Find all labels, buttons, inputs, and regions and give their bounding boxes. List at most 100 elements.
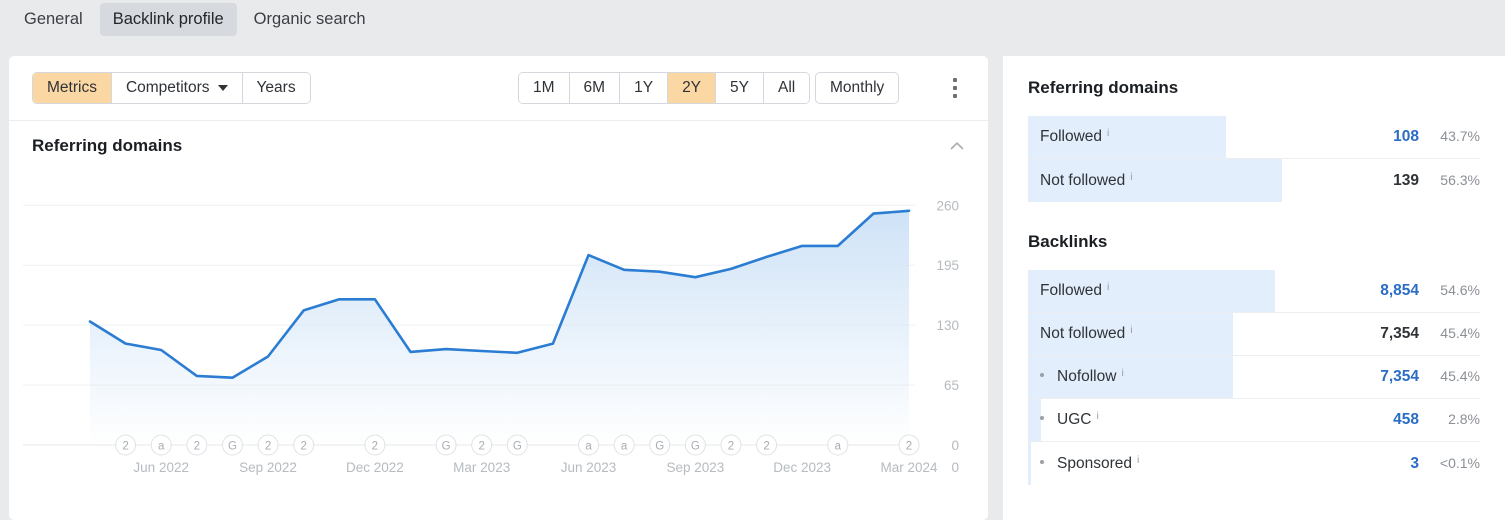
event-marker[interactable]: 2 <box>756 434 778 456</box>
event-marker[interactable]: 2 <box>115 434 137 456</box>
metric-row[interactable]: Followed i 8,854 54.6% <box>1028 270 1480 313</box>
metric-row[interactable]: Not followed i 139 56.3% <box>1028 159 1480 202</box>
event-marker[interactable]: a <box>613 434 635 456</box>
more-options-icon[interactable] <box>945 74 965 102</box>
bullet-icon <box>1040 416 1044 420</box>
metric-row-value[interactable]: 3 <box>1410 455 1419 473</box>
event-marker-glyph: G <box>655 441 664 453</box>
metric-row[interactable]: Followed i 108 43.7% <box>1028 116 1480 159</box>
range-button-1m[interactable]: 1M <box>519 73 570 103</box>
metric-row-percent: 43.7% <box>1440 128 1480 144</box>
metric-row-values: 8,854 54.6% <box>1380 282 1480 300</box>
range-button-1y[interactable]: 1Y <box>620 73 669 103</box>
metric-row-value: 7,354 <box>1380 325 1419 342</box>
event-marker[interactable]: G <box>221 434 243 456</box>
kebab-dot <box>953 78 957 82</box>
chart-toolbar: Metrics Competitors Years 1M 6M 1Y 2Y 5Y… <box>9 56 988 121</box>
event-marker[interactable]: 2 <box>293 434 315 456</box>
metric-row-label: Not followed i <box>1028 171 1133 190</box>
event-marker[interactable]: 2 <box>186 434 208 456</box>
metric-row-label-text: Followed <box>1040 128 1103 145</box>
range-button-all[interactable]: All <box>764 73 810 103</box>
info-icon[interactable]: i <box>1130 324 1132 336</box>
metric-row-percent: 45.4% <box>1440 368 1480 384</box>
event-marker-glyph: a <box>585 441 592 453</box>
metric-row-label: Sponsored i <box>1028 454 1139 473</box>
chevron-down-icon <box>217 85 228 91</box>
range-button-5y[interactable]: 5Y <box>716 73 764 103</box>
metric-row-value: 139 <box>1393 171 1419 189</box>
chart-header: Referring domains <box>9 121 988 171</box>
event-marker[interactable]: 2 <box>364 434 386 456</box>
metrics-button[interactable]: Metrics <box>33 73 112 103</box>
x-axis-tick-label: Sep 2022 <box>239 460 297 475</box>
metric-row-value[interactable]: 7,354 <box>1380 368 1419 386</box>
info-icon[interactable]: i <box>1107 127 1109 139</box>
info-icon[interactable]: i <box>1121 367 1123 379</box>
x-axis-tick-label: Jun 2023 <box>561 460 617 475</box>
event-marker[interactable]: 2 <box>471 434 493 456</box>
event-marker-glyph: a <box>621 441 628 453</box>
metric-row-label: Nofollow i <box>1028 367 1124 386</box>
x-axis-tick-label: Mar 2023 <box>453 460 510 475</box>
metric-row-label: Followed i <box>1028 281 1109 300</box>
chart-area-fill <box>90 210 909 445</box>
chevron-up-icon[interactable] <box>948 137 966 155</box>
metrics-segmented-control: Metrics Competitors Years <box>32 72 311 104</box>
y-axis-zero-label: 0 <box>951 460 959 475</box>
kebab-dot <box>953 86 957 90</box>
range-button-2y[interactable]: 2Y <box>668 73 717 103</box>
x-axis-tick-label: Dec 2022 <box>346 460 404 475</box>
event-marker[interactable]: a <box>578 434 600 456</box>
backlinks-section-title: Backlinks <box>1028 232 1108 251</box>
event-marker[interactable]: 2 <box>257 434 279 456</box>
event-marker[interactable]: G <box>506 434 528 456</box>
metric-row[interactable]: Nofollow i 7,354 45.4% <box>1028 356 1480 399</box>
page-root: General Backlink profile Organic search … <box>0 0 1505 520</box>
metric-row-label: Not followed i <box>1028 324 1133 343</box>
tab-backlink-profile[interactable]: Backlink profile <box>99 3 237 36</box>
metric-row-percent: <0.1% <box>1439 454 1480 471</box>
event-marker-glyph: 2 <box>300 441 306 453</box>
event-marker-glyph: G <box>691 441 700 453</box>
info-icon[interactable]: i <box>1137 454 1139 466</box>
event-marker-glyph: 2 <box>194 441 200 453</box>
metric-row-value[interactable]: 108 <box>1393 128 1419 146</box>
frequency-dropdown[interactable]: Monthly <box>815 72 900 104</box>
event-marker[interactable]: 2 <box>898 434 920 456</box>
x-axis-tick-label: Dec 2023 <box>773 460 831 475</box>
main-tab-bar: General Backlink profile Organic search <box>0 0 1505 39</box>
tab-organic-search[interactable]: Organic search <box>241 3 379 36</box>
metric-row[interactable]: Sponsored i 3 <0.1% <box>1028 442 1480 485</box>
metric-row-values: 3 <0.1% <box>1410 455 1480 473</box>
x-axis-tick-label: Mar 2024 <box>880 460 938 475</box>
metric-row-values: 7,354 45.4% <box>1380 368 1480 386</box>
metric-row-percent: 2.8% <box>1448 411 1480 427</box>
event-marker-glyph: 2 <box>478 441 484 453</box>
range-button-6m[interactable]: 6M <box>569 73 621 103</box>
tab-general[interactable]: General <box>11 3 96 36</box>
metric-row-label: UGC i <box>1028 410 1099 429</box>
metric-row[interactable]: Not followed i 7,354 45.4% <box>1028 313 1480 356</box>
info-icon[interactable]: i <box>1130 171 1132 183</box>
years-button[interactable]: Years <box>242 73 310 103</box>
metric-row-value[interactable]: 458 <box>1393 411 1419 429</box>
metrics-side-panel: Referring domains Followed i 108 43.7% Not f… <box>1003 56 1505 520</box>
event-marker[interactable]: G <box>684 434 706 456</box>
event-marker[interactable]: a <box>827 434 849 456</box>
bullet-icon <box>1040 459 1044 464</box>
metric-row-percent: 54.6% <box>1440 282 1480 298</box>
event-marker-glyph: G <box>228 441 237 453</box>
event-marker[interactable]: G <box>435 434 457 456</box>
referring-domains-rows: Followed i 108 43.7% Not followed i 139 56.3% <box>1028 116 1480 202</box>
metric-row-value[interactable]: 8,854 <box>1380 282 1419 300</box>
event-marker[interactable]: 2 <box>720 434 742 456</box>
event-marker[interactable]: G <box>649 434 671 456</box>
referring-domains-chart[interactable]: 260 195 130 65 0 2 a 2 G 2 2 2 G 2 Ga a G G 2 2 a 2 Jun 2022 Se… <box>9 171 988 520</box>
competitors-button[interactable]: Competitors <box>111 73 243 103</box>
event-marker[interactable]: a <box>150 434 172 456</box>
metric-row[interactable]: UGC i 458 2.8% <box>1028 399 1480 442</box>
info-icon[interactable]: i <box>1096 410 1098 422</box>
info-icon[interactable]: i <box>1107 281 1109 293</box>
metric-row-label-text: Nofollow <box>1057 368 1117 385</box>
